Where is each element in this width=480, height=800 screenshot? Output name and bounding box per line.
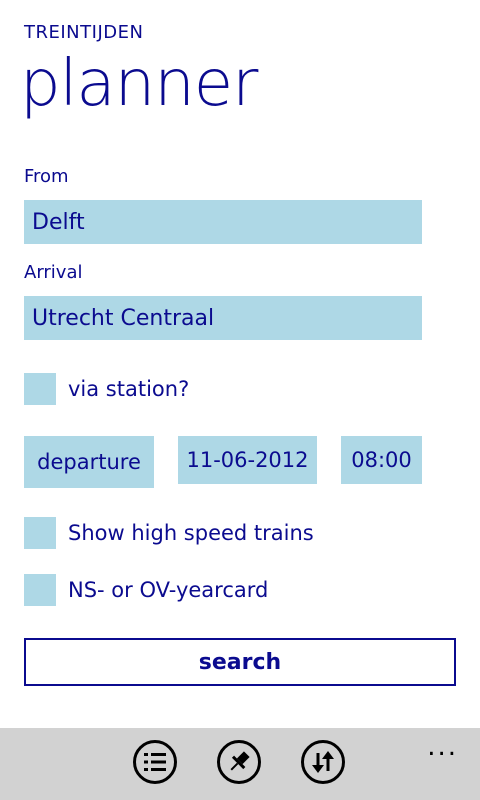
- page-title: planner: [20, 47, 258, 121]
- app-title: TREINTIJDEN: [24, 22, 144, 43]
- high-speed-row[interactable]: Show high speed trains: [24, 517, 314, 549]
- date-value: 11-06-2012: [186, 448, 309, 472]
- search-button[interactable]: search: [24, 638, 456, 686]
- swap-button[interactable]: [301, 740, 345, 784]
- more-menu-button[interactable]: ...: [427, 734, 458, 760]
- yearcard-checkbox[interactable]: [24, 574, 56, 606]
- search-label: search: [198, 649, 282, 675]
- date-picker[interactable]: 11-06-2012: [178, 436, 317, 484]
- via-station-checkbox[interactable]: [24, 373, 56, 405]
- list-icon: [144, 753, 166, 771]
- high-speed-label: Show high speed trains: [68, 521, 314, 545]
- arrival-field[interactable]: Utrecht Centraal: [24, 296, 422, 340]
- arrival-value: Utrecht Centraal: [32, 305, 215, 331]
- pin-icon: [230, 751, 250, 771]
- pin-button[interactable]: [217, 740, 261, 784]
- departure-arrival-toggle[interactable]: departure: [24, 436, 154, 488]
- time-value: 08:00: [351, 448, 412, 472]
- yearcard-label: NS- or OV-yearcard: [68, 578, 269, 602]
- via-station-row[interactable]: via station?: [24, 373, 189, 405]
- via-station-label: via station?: [68, 377, 190, 401]
- mode-value: departure: [37, 450, 141, 474]
- list-button[interactable]: [133, 740, 177, 784]
- from-value: Delft: [32, 209, 85, 235]
- swap-icon: [312, 751, 334, 773]
- high-speed-checkbox[interactable]: [24, 517, 56, 549]
- arrival-label: Arrival: [24, 262, 83, 283]
- from-label: From: [24, 166, 69, 187]
- yearcard-row[interactable]: NS- or OV-yearcard: [24, 574, 268, 606]
- from-field[interactable]: Delft: [24, 200, 422, 244]
- time-picker[interactable]: 08:00: [341, 436, 422, 484]
- application-bar: ...: [0, 728, 480, 800]
